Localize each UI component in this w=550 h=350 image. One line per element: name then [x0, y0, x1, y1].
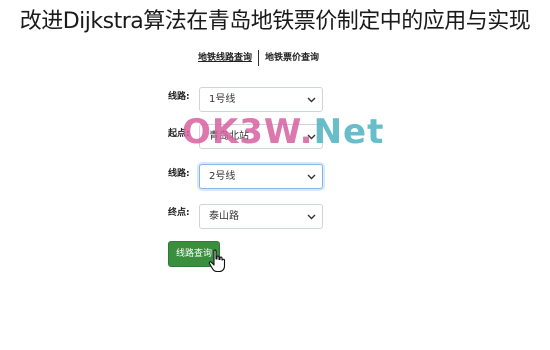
line1-label: 线路: — [168, 92, 190, 102]
end-value: 泰山路 — [209, 211, 239, 222]
tab-line-query[interactable]: 地铁线路查询 — [196, 51, 254, 65]
line2-select[interactable]: 2号线 — [199, 164, 323, 189]
line2-value: 2号线 — [209, 171, 236, 182]
end-select[interactable]: 泰山路 — [199, 204, 323, 229]
chevron-down-icon — [307, 214, 316, 220]
page-title: 改进Dijkstra算法在青岛地铁票价制定中的应用与实现 — [19, 9, 531, 34]
end-label: 终点: — [168, 208, 190, 218]
chevron-down-icon — [307, 174, 316, 180]
watermark-logo: OK3W.Net — [182, 112, 385, 152]
tab-divider — [258, 50, 260, 66]
line2-label: 线路: — [168, 169, 190, 179]
line1-value: 1号线 — [209, 94, 236, 105]
hand-cursor-icon — [208, 249, 226, 273]
tab-fare-query[interactable]: 地铁票价查询 — [263, 51, 321, 65]
chevron-down-icon — [307, 97, 316, 103]
tab-bar: 地铁线路查询 地铁票价查询 — [196, 50, 321, 66]
line1-select[interactable]: 1号线 — [199, 87, 323, 112]
